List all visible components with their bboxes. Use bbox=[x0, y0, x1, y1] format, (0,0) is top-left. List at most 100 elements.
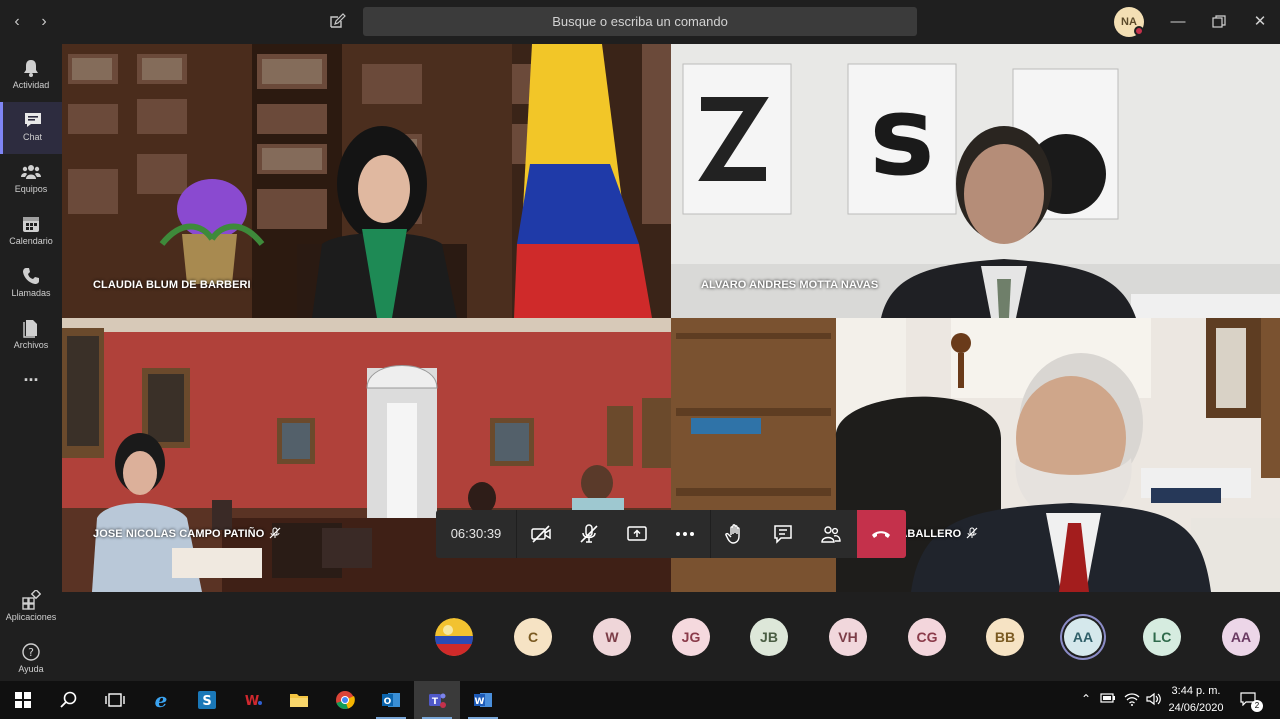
participant-avatar[interactable]: LC bbox=[1143, 618, 1181, 656]
share-screen-icon bbox=[627, 526, 647, 541]
camera-off-icon bbox=[531, 525, 551, 543]
tray-overflow-icon[interactable]: ⌃ bbox=[1078, 692, 1094, 708]
svg-text:W: W bbox=[245, 694, 259, 709]
back-arrow-icon[interactable]: ‹ bbox=[5, 10, 29, 34]
rail-item-calendario[interactable]: Calendario bbox=[0, 206, 62, 258]
participant-avatar[interactable]: AA bbox=[1222, 618, 1260, 656]
mute-button[interactable] bbox=[565, 510, 613, 558]
more-apps-button[interactable]: ... bbox=[0, 366, 62, 402]
notification-count-badge: 2 bbox=[1251, 700, 1263, 712]
flag-avatar-image bbox=[435, 618, 473, 656]
video-feed-office: s bbox=[671, 44, 1280, 318]
phone-icon bbox=[23, 268, 39, 284]
chat-icon bbox=[24, 113, 41, 127]
word-icon: W bbox=[474, 693, 492, 707]
participant-avatar-active[interactable]: AA bbox=[1064, 618, 1102, 656]
participant-avatar[interactable]: W bbox=[593, 618, 631, 656]
video-tile[interactable]: CLAUDIA BLUM DE BARBERI bbox=[62, 44, 671, 318]
rail-item-equipos[interactable]: Equipos bbox=[0, 154, 62, 206]
rail-item-actividad[interactable]: Actividad bbox=[0, 50, 62, 102]
rail-label: Calendario bbox=[9, 236, 53, 246]
participant-avatar[interactable]: VH bbox=[829, 618, 867, 656]
compose-icon[interactable] bbox=[325, 10, 349, 34]
participant-strip: C W JG JB VH CG BB AA LC AA bbox=[62, 592, 1280, 681]
forward-arrow-icon[interactable]: › bbox=[32, 10, 56, 34]
raise-hand-button[interactable] bbox=[711, 510, 759, 558]
teams-app-icon: T bbox=[429, 693, 446, 708]
rail-item-llamadas[interactable]: Llamadas bbox=[0, 258, 62, 310]
participant-avatar[interactable]: JB bbox=[750, 618, 788, 656]
taskbar-teams[interactable]: T bbox=[414, 681, 460, 719]
svg-text:W: W bbox=[475, 697, 485, 707]
hang-up-button[interactable] bbox=[857, 510, 906, 558]
participant-name: JOSE NICOLAS CAMPO PATIÑO bbox=[93, 527, 281, 540]
restore-icon[interactable] bbox=[1207, 10, 1231, 34]
participant-avatar[interactable]: JG bbox=[672, 618, 710, 656]
rail-label: Archivos bbox=[13, 340, 49, 350]
wifi-icon[interactable] bbox=[1124, 692, 1140, 708]
svg-text:O: O bbox=[384, 697, 392, 707]
rail-label: Aplicaciones bbox=[5, 612, 57, 622]
taskbar-word[interactable]: W bbox=[460, 681, 506, 719]
files-icon bbox=[23, 320, 37, 338]
mic-muted-icon bbox=[966, 527, 978, 539]
presence-busy-icon bbox=[1134, 26, 1144, 36]
more-dots-icon bbox=[676, 532, 694, 536]
start-button[interactable] bbox=[0, 681, 46, 719]
task-view-button[interactable] bbox=[92, 681, 138, 719]
bell-icon bbox=[24, 60, 38, 77]
windows-logo-icon bbox=[15, 692, 31, 708]
rail-item-ayuda[interactable]: ? Ayuda bbox=[0, 634, 62, 686]
rail-label: Equipos bbox=[14, 184, 48, 194]
participant-avatar[interactable]: C bbox=[514, 618, 552, 656]
outlook-icon: O bbox=[382, 693, 400, 707]
mic-off-icon bbox=[580, 524, 598, 543]
chrome-icon bbox=[336, 691, 355, 710]
system-clock[interactable]: 3:44 p. m. 24/06/2020 bbox=[1160, 683, 1232, 717]
show-participants-button[interactable] bbox=[807, 510, 855, 558]
app-rail: Actividad Chat Equipos Calendario Llamad… bbox=[0, 44, 62, 681]
svg-text:?: ? bbox=[28, 646, 34, 659]
close-icon[interactable]: ✕ bbox=[1248, 10, 1272, 34]
participant-avatar-photo[interactable] bbox=[435, 618, 473, 656]
svg-text:e: e bbox=[155, 690, 168, 710]
teams-icon bbox=[21, 165, 41, 179]
participant-avatar[interactable]: CG bbox=[908, 618, 946, 656]
participant-name: CLAUDIA BLUM DE BARBERI bbox=[93, 279, 251, 291]
task-view-icon bbox=[105, 693, 125, 707]
taskbar-app-w[interactable]: W bbox=[230, 681, 276, 719]
search-icon bbox=[60, 691, 77, 708]
minimize-icon[interactable]: — bbox=[1166, 10, 1190, 34]
taskbar-chrome[interactable] bbox=[322, 681, 368, 719]
taskbar-file-explorer[interactable] bbox=[276, 681, 322, 719]
svg-text:S: S bbox=[202, 694, 211, 709]
rail-item-archivos[interactable]: Archivos bbox=[0, 310, 62, 362]
help-icon: ? bbox=[22, 643, 40, 661]
rail-label: Chat bbox=[22, 132, 42, 142]
taskbar-outlook[interactable]: O bbox=[368, 681, 414, 719]
participant-name: ALVARO ANDRES MOTTA NAVAS bbox=[701, 279, 879, 291]
show-chat-button[interactable] bbox=[759, 510, 807, 558]
app-w-icon: W bbox=[245, 694, 262, 709]
rail-item-chat[interactable]: Chat bbox=[0, 102, 62, 154]
search-input[interactable]: Busque o escriba un comando bbox=[363, 7, 917, 36]
camera-off-button[interactable] bbox=[517, 510, 565, 558]
title-bar: ‹ › Busque o escriba un comando NA — ✕ bbox=[0, 0, 1280, 44]
svg-text:s: s bbox=[869, 72, 934, 200]
rail-item-aplicaciones[interactable]: Aplicaciones bbox=[0, 582, 62, 634]
call-controls: 06:30:39 bbox=[436, 510, 906, 558]
video-tile[interactable]: s ALVARO ANDRES MOTTA NAVAS bbox=[671, 44, 1280, 318]
calendar-icon bbox=[23, 217, 39, 232]
search-taskbar-button[interactable] bbox=[46, 681, 92, 719]
battery-icon[interactable] bbox=[1100, 692, 1116, 708]
more-actions-button[interactable] bbox=[661, 510, 709, 558]
participant-avatar[interactable]: BB bbox=[986, 618, 1024, 656]
share-screen-button[interactable] bbox=[613, 510, 661, 558]
raise-hand-icon bbox=[725, 524, 740, 544]
taskbar-edge[interactable]: e bbox=[138, 681, 184, 719]
svg-text:T: T bbox=[432, 697, 439, 707]
rail-label: Llamadas bbox=[11, 288, 51, 298]
taskbar-app-s[interactable]: S bbox=[184, 681, 230, 719]
hang-up-icon bbox=[872, 531, 890, 538]
internet-explorer-icon: e bbox=[155, 690, 168, 710]
